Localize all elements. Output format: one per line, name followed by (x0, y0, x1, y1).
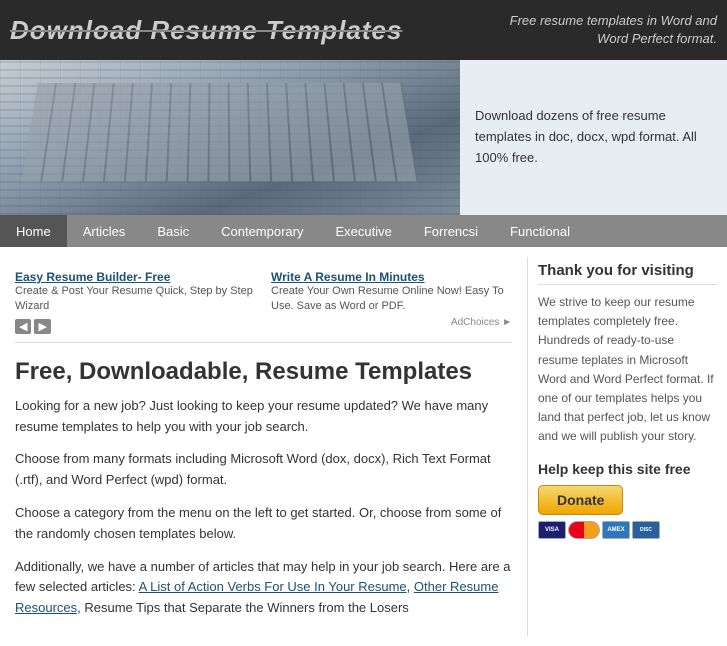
hero-section: Download dozens of free resume templates… (0, 60, 727, 215)
ad-prev-button[interactable]: ◀ (15, 319, 31, 334)
link-action-verbs[interactable]: A List of Action Verbs For Use In Your R… (139, 579, 407, 594)
sidebar-thank-you-text: We strive to keep our resume templates c… (538, 293, 717, 447)
ad-item-1: Easy Resume Builder- Free Create & Post … (15, 270, 256, 334)
main-nav: Home Articles Basic Contemporary Executi… (0, 215, 727, 247)
paragraph-3: Choose a category from the menu on the l… (15, 503, 512, 545)
main-content: Easy Resume Builder- Free Create & Post … (0, 257, 527, 636)
paragraph-1: Looking for a new job? Just looking to k… (15, 396, 512, 438)
ad-next-button[interactable]: ▶ (34, 319, 50, 334)
paragraph-4: Additionally, we have a number of articl… (15, 557, 512, 619)
hero-text-panel: Download dozens of free resume templates… (460, 60, 727, 215)
hero-description: Download dozens of free resume templates… (475, 106, 712, 168)
ad-title-1[interactable]: Easy Resume Builder- Free (15, 270, 256, 284)
sidebar-help-title: Help keep this site free (538, 461, 717, 477)
ad-desc-1: Create & Post Your Resume Quick, Step by… (15, 284, 256, 315)
mastercard-icon (568, 521, 600, 539)
nav-home[interactable]: Home (0, 215, 67, 247)
discover-card-icon: DISC (632, 521, 660, 539)
sidebar: Thank you for visiting We strive to keep… (527, 257, 727, 636)
site-tagline: Free resume templates in Word and Word P… (497, 12, 717, 48)
nav-articles[interactable]: Articles (67, 215, 142, 247)
ad-nav: ◀ ▶ (15, 319, 256, 334)
nav-forrencsi[interactable]: Forrencsi (408, 215, 494, 247)
ad-item-2: Write A Resume In Minutes Create Your Ow… (271, 270, 512, 334)
page-main-heading: Free, Downloadable, Resume Templates (15, 353, 512, 386)
ad-choices[interactable]: AdChoices ► (271, 315, 512, 328)
visa-card-icon: VISA (538, 521, 566, 539)
ad-banner: Easy Resume Builder- Free Create & Post … (15, 262, 512, 343)
ad-desc-2: Create Your Own Resume Online Now! Easy … (271, 284, 512, 315)
nav-functional[interactable]: Functional (494, 215, 586, 247)
donate-area: Donate VISA AMEX DISC (538, 485, 717, 539)
payment-cards: VISA AMEX DISC (538, 521, 660, 539)
nav-executive[interactable]: Executive (319, 215, 407, 247)
main-body: Looking for a new job? Just looking to k… (15, 396, 512, 619)
amex-card-icon: AMEX (602, 521, 630, 539)
site-title: Download Resume Templates (10, 15, 402, 46)
site-header: Download Resume Templates Free resume te… (0, 0, 727, 60)
nav-contemporary[interactable]: Contemporary (205, 215, 319, 247)
content-wrapper: Easy Resume Builder- Free Create & Post … (0, 247, 727, 646)
nav-basic[interactable]: Basic (141, 215, 205, 247)
ad-title-2[interactable]: Write A Resume In Minutes (271, 270, 512, 284)
donate-button[interactable]: Donate (538, 485, 623, 515)
paragraph-2: Choose from many formats including Micro… (15, 449, 512, 491)
sidebar-thank-you-title: Thank you for visiting (538, 262, 717, 285)
hero-image (0, 60, 460, 215)
